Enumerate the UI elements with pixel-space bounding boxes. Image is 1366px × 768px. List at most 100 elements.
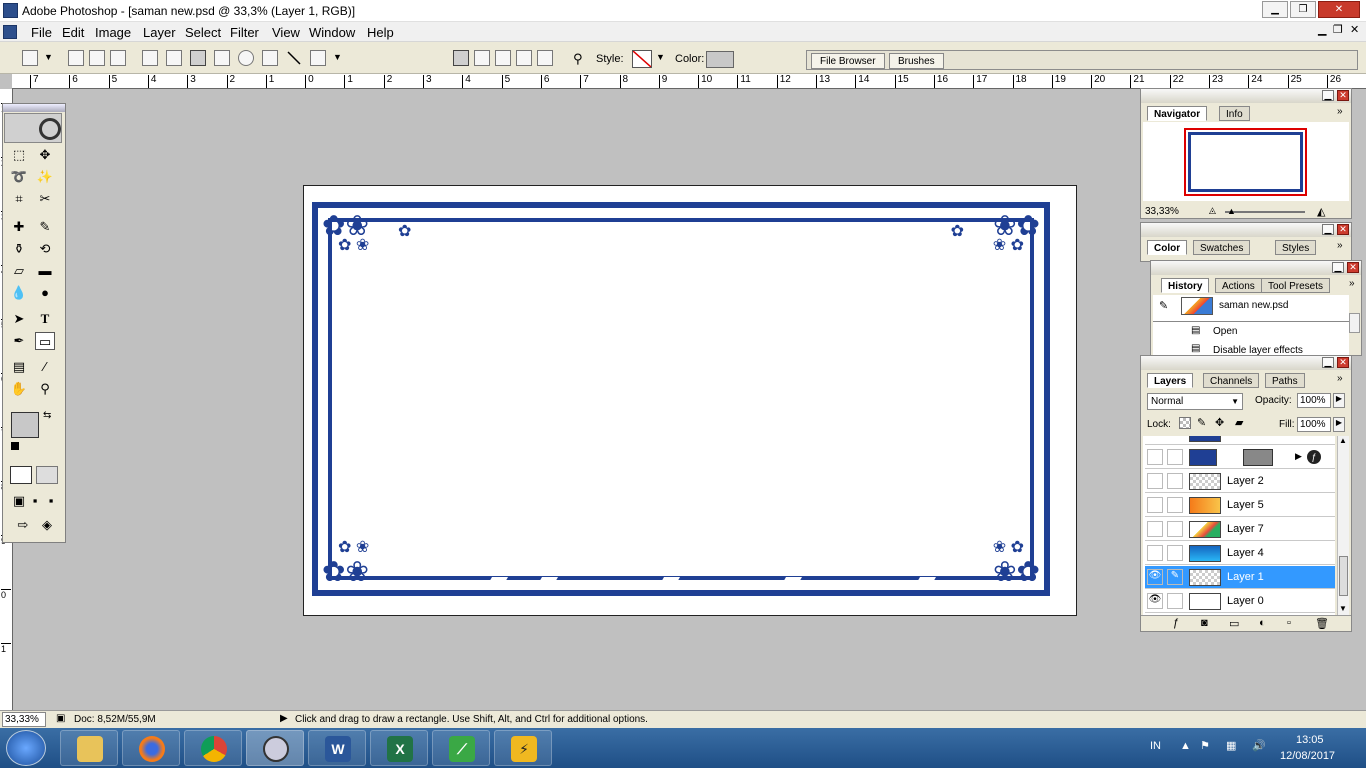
visibility-eye-icon[interactable]: 👁 xyxy=(1147,569,1163,585)
preset-dropdown-icon[interactable]: ▼ xyxy=(44,52,53,62)
tab-history[interactable]: History xyxy=(1161,278,1210,293)
expand-effects-icon[interactable]: ▶ xyxy=(1295,451,1302,462)
healing-brush-icon[interactable]: ✚ xyxy=(9,218,29,236)
scroll-thumb[interactable] xyxy=(1339,556,1348,596)
default-colors-icon[interactable] xyxy=(11,442,19,450)
opacity-field[interactable]: 100% xyxy=(1297,393,1331,408)
taskbar-firefox[interactable] xyxy=(122,730,180,766)
doc-close-icon[interactable]: ✕ xyxy=(1350,23,1359,36)
link-icon[interactable]: ⚲ xyxy=(573,51,583,67)
panel-menu-icon[interactable]: » xyxy=(1337,240,1343,251)
tab-channels[interactable]: Channels xyxy=(1203,373,1260,388)
custom-shape-icon[interactable] xyxy=(310,50,326,66)
doc-size-info[interactable]: Doc: 8,52M/55,9M xyxy=(74,714,156,725)
menu-view[interactable]: View xyxy=(272,25,300,40)
action-center-icon[interactable]: ⚑ xyxy=(1200,739,1210,752)
blend-mode-select[interactable]: Normal ▼ xyxy=(1147,393,1243,410)
visibility-eye-icon[interactable] xyxy=(1147,545,1163,561)
close-button[interactable]: ✕ xyxy=(1318,1,1360,18)
panel-close-icon[interactable]: ✕ xyxy=(1337,90,1349,101)
lock-position-icon[interactable]: ✥ xyxy=(1215,416,1224,429)
lock-all-icon[interactable]: ▰ xyxy=(1235,416,1243,429)
navigator-view-box[interactable] xyxy=(1184,128,1307,196)
rectangle-tool-icon[interactable]: ▭ xyxy=(35,332,55,350)
menu-select[interactable]: Select xyxy=(185,25,221,40)
lock-image-icon[interactable]: ✎ xyxy=(1197,416,1206,429)
navigator-zoom-value[interactable]: 33,33% xyxy=(1145,206,1179,217)
panel-minimize-icon[interactable]: ▁ xyxy=(1322,90,1334,101)
slice-tool-icon[interactable]: ✂ xyxy=(35,190,55,208)
link-toggle[interactable] xyxy=(1167,593,1183,609)
panel-menu-icon[interactable]: » xyxy=(1337,373,1343,384)
style-dropdown-icon[interactable]: ▼ xyxy=(656,52,665,62)
tool-preset-icon[interactable] xyxy=(22,50,38,66)
visibility-eye-icon[interactable] xyxy=(1147,497,1163,513)
panel-close-icon[interactable]: ✕ xyxy=(1347,262,1359,273)
panel-minimize-icon[interactable]: ▁ xyxy=(1332,262,1344,273)
fill-arrow-icon[interactable]: ▶ xyxy=(1333,417,1345,432)
zoom-tool-icon[interactable]: ⚲ xyxy=(35,380,55,398)
visibility-eye-icon[interactable] xyxy=(1147,521,1163,537)
layer-row-shape[interactable]: ▶ ƒ xyxy=(1145,446,1335,469)
status-arrow-icon[interactable]: ▶ xyxy=(280,713,288,724)
foreground-color-swatch[interactable] xyxy=(11,412,39,438)
zoom-in-icon[interactable]: ◭ xyxy=(1317,205,1325,218)
active-layer-brush-icon[interactable]: ✎ xyxy=(1167,569,1183,585)
shape-color-swatch[interactable] xyxy=(706,51,734,68)
jump-to-imageready-icon[interactable]: ⇨ xyxy=(13,516,33,534)
panel-titlebar[interactable]: ▁ ✕ xyxy=(1151,261,1361,275)
visibility-toggle[interactable] xyxy=(1147,449,1163,465)
tab-actions[interactable]: Actions xyxy=(1215,278,1262,293)
new-group-icon[interactable]: ▭ xyxy=(1229,617,1239,630)
visibility-eye-icon[interactable] xyxy=(1147,473,1163,489)
intersect-mode-icon[interactable] xyxy=(516,50,532,66)
layer-effects-icon[interactable]: ƒ xyxy=(1307,450,1321,464)
polygon-shape-icon[interactable] xyxy=(262,50,278,66)
screen-mode-full-icon[interactable]: ▪ xyxy=(41,492,61,510)
panel-minimize-icon[interactable]: ▁ xyxy=(1322,357,1334,368)
tab-color[interactable]: Color xyxy=(1147,240,1188,255)
subtract-mode-icon[interactable] xyxy=(495,50,511,66)
taskbar-app-yellow[interactable]: ⚡ xyxy=(494,730,552,766)
rounded-rectangle-icon[interactable] xyxy=(214,50,230,66)
panel-menu-icon[interactable]: » xyxy=(1349,278,1355,289)
menu-file[interactable]: File xyxy=(31,25,52,40)
panel-titlebar[interactable]: ▁ ✕ xyxy=(1141,356,1351,370)
link-toggle[interactable] xyxy=(1167,449,1183,465)
snapshot-name[interactable]: saman new.psd xyxy=(1219,300,1289,311)
layers-scrollbar[interactable]: ▲ ▼ xyxy=(1337,436,1349,616)
notes-tool-icon[interactable]: ▤ xyxy=(9,358,29,376)
eyedropper-tool-icon[interactable]: ⁄ xyxy=(35,358,55,376)
taskbar-file-explorer[interactable] xyxy=(60,730,118,766)
lock-transparency-icon[interactable] xyxy=(1179,417,1191,429)
tab-swatches[interactable]: Swatches xyxy=(1193,240,1251,255)
tab-navigator[interactable]: Navigator xyxy=(1147,106,1208,121)
freeform-pen-icon[interactable] xyxy=(166,50,182,66)
pen-tool-icon[interactable] xyxy=(142,50,158,66)
history-scrollbar[interactable] xyxy=(1349,313,1360,333)
layer-row[interactable]: Layer 2 xyxy=(1145,470,1335,493)
panel-titlebar[interactable]: ▁ ✕ xyxy=(1141,89,1351,103)
panel-titlebar[interactable]: ▁ ✕ xyxy=(1141,223,1351,237)
add-mode-icon[interactable] xyxy=(474,50,490,66)
taskbar-photoshop[interactable] xyxy=(246,730,304,766)
taskbar-chrome[interactable] xyxy=(184,730,242,766)
menu-window[interactable]: Window xyxy=(309,25,355,40)
doc-minimize-icon[interactable]: ▁ xyxy=(1318,23,1326,36)
restore-button[interactable]: ❐ xyxy=(1290,1,1316,18)
brush-tool-icon[interactable]: ✎ xyxy=(35,218,55,236)
new-layer-mode-icon[interactable] xyxy=(453,50,469,66)
tab-info[interactable]: Info xyxy=(1219,106,1250,121)
imageready-icon[interactable]: ◈ xyxy=(37,516,57,534)
document-canvas[interactable]: ✿❀ ✿ ❀ ✿ ❀✿ ❀ ✿ ✿ ✿❀ ✿ ❀ ❀✿ ❀ ✿ xyxy=(303,185,1077,616)
tab-paths[interactable]: Paths xyxy=(1265,373,1305,388)
add-layer-style-icon[interactable]: ƒ xyxy=(1173,617,1179,629)
scroll-down-icon[interactable]: ▼ xyxy=(1339,604,1347,613)
menu-layer[interactable]: Layer xyxy=(143,25,176,40)
quick-mask-icon[interactable] xyxy=(36,466,58,484)
taskbar-word[interactable]: W xyxy=(308,730,366,766)
eraser-tool-icon[interactable]: ▱ xyxy=(9,262,29,280)
well-tab-file-browser[interactable]: File Browser xyxy=(811,53,885,69)
taskbar-excel[interactable]: X xyxy=(370,730,428,766)
delete-layer-icon[interactable]: 🗑 xyxy=(1315,617,1329,630)
